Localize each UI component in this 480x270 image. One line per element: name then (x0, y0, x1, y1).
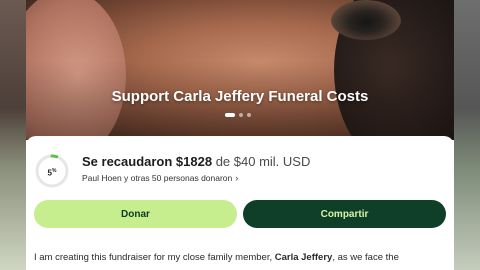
story-rest: , as we face the (332, 252, 399, 263)
carousel-dots[interactable] (225, 113, 251, 117)
hero-photo-shape (331, 0, 401, 40)
blurred-background-right (454, 0, 480, 270)
donors-text: Paul Hoen y otras 50 personas donaron (82, 173, 233, 183)
donors-link[interactable]: Paul Hoen y otras 50 personas donaron › (82, 173, 238, 183)
carousel-dot[interactable] (239, 113, 243, 117)
progress-percent: 5% (34, 153, 70, 189)
fundraiser-screen: Support Carla Jeffery Funeral Costs 5% S… (26, 0, 454, 270)
goal-amount: de $40 mil. USD (215, 154, 311, 169)
progress-percent-suffix: % (52, 168, 57, 174)
story-intro: I am creating this fundraiser for my clo… (34, 252, 275, 263)
story-text: I am creating this fundraiser for my clo… (34, 252, 454, 263)
blurred-background-left (0, 0, 26, 270)
amount-raised: Se recaudaron $1828 de $40 mil. USD (82, 154, 310, 169)
hero-image[interactable]: Support Carla Jeffery Funeral Costs (26, 0, 454, 140)
carousel-dot[interactable] (247, 113, 251, 117)
share-button[interactable]: Compartir (243, 200, 446, 228)
carousel-dot[interactable] (225, 113, 235, 117)
fundraiser-title: Support Carla Jeffery Funeral Costs (111, 88, 369, 105)
raised-amount: Se recaudaron $1828 (82, 154, 213, 169)
fundraiser-summary-card: 5% Se recaudaron $1828 de $40 mil. USD P… (26, 136, 454, 270)
chevron-right-icon: › (235, 173, 239, 183)
story-beneficiary: Carla Jeffery (274, 252, 333, 263)
donate-button[interactable]: Donar (34, 200, 237, 228)
